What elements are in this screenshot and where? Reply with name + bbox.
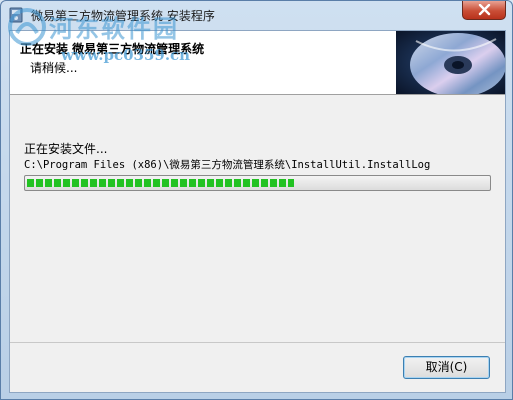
header-banner: 正在安装 微易第三方物流管理系统 请稍候... xyxy=(10,31,505,95)
close-icon xyxy=(478,4,491,16)
progress-fill xyxy=(27,179,294,187)
installer-window: 微易第三方物流管理系统 安装程序 正在安装 微易第三方物流管理系统 请稍候... xyxy=(0,0,513,400)
page-subtitle: 请稍候... xyxy=(30,61,78,75)
close-button[interactable] xyxy=(462,1,506,20)
page-title: 正在安装 微易第三方物流管理系统 xyxy=(20,42,205,56)
status-label: 正在安装文件... xyxy=(24,142,108,156)
cancel-button[interactable]: 取消(C) xyxy=(403,356,490,379)
installer-app-icon xyxy=(8,7,24,23)
cd-disc-icon xyxy=(396,31,505,94)
current-file-path: C:\Program Files (x86)\微易第三方物流管理系统\Insta… xyxy=(24,159,431,171)
footer-divider xyxy=(10,342,505,343)
installer-body: 正在安装 微易第三方物流管理系统 请稍候... 正在安装文件... C:\Pro… xyxy=(9,30,506,393)
install-progress-bar xyxy=(24,175,491,191)
title-bar[interactable]: 微易第三方物流管理系统 安装程序 xyxy=(1,1,512,29)
window-title: 微易第三方物流管理系统 安装程序 xyxy=(31,9,215,23)
